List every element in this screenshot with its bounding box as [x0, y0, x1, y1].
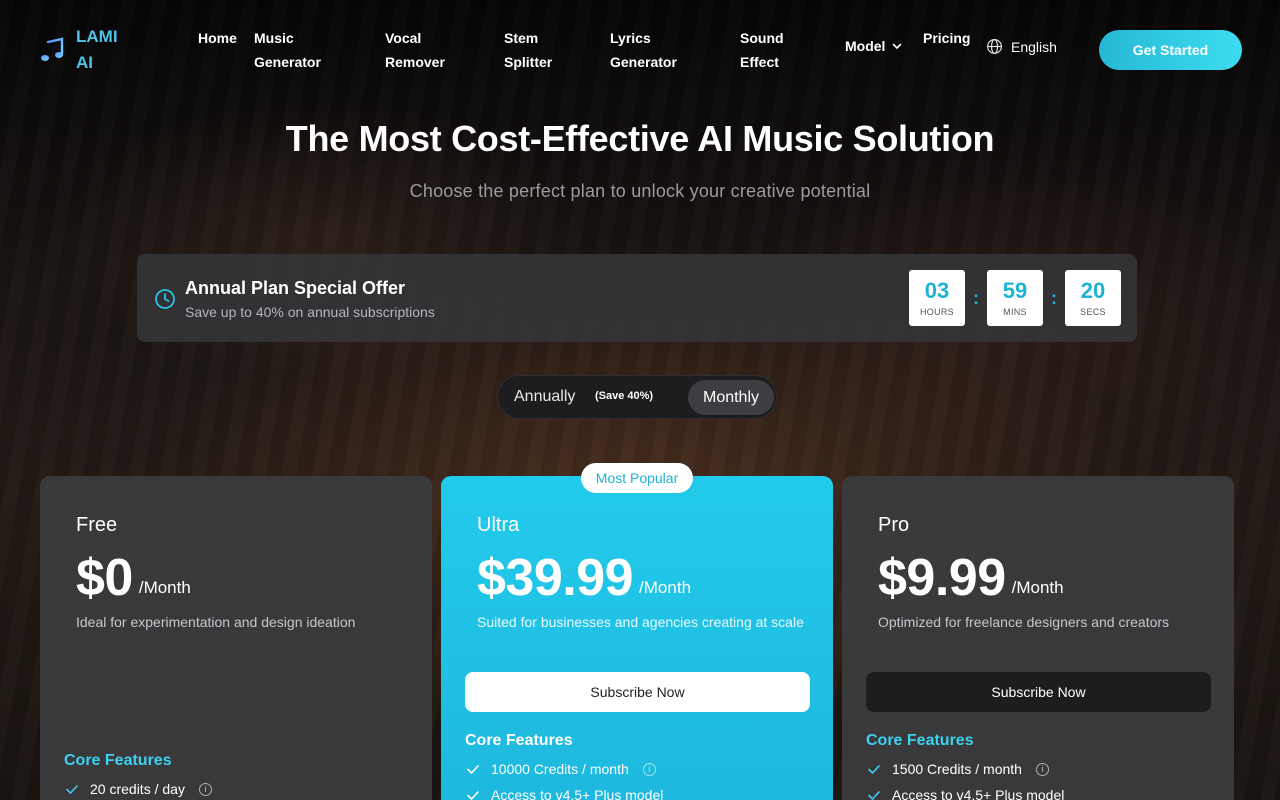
feature-text: Access to v4.5+ Plus model	[491, 787, 664, 800]
timer-secs: 20 SECS	[1065, 270, 1121, 326]
timer-secs-value: 20	[1080, 278, 1106, 303]
timer-hours: 03 HOURS	[909, 270, 965, 326]
feature-item: 20 credits / day i	[64, 781, 212, 797]
clock-icon	[155, 289, 175, 309]
feature-text: 20 credits / day	[90, 781, 185, 797]
feature-item: Access to v4.5+ Plus model	[866, 787, 1064, 800]
billing-period-toggle: Annually (Save 40%) Monthly	[497, 375, 777, 419]
check-icon	[868, 791, 880, 800]
plan-card-ultra: Ultra $39.99 /Month Suited for businesse…	[441, 476, 833, 800]
plan-name: Free	[76, 514, 118, 536]
page-title: The Most Cost-Effective AI Music Solutio…	[285, 118, 995, 159]
feature-text: 10000 Credits / month	[491, 761, 629, 777]
offer-subtitle: Save up to 40% on annual subscriptions	[185, 304, 435, 320]
most-popular-badge: Most Popular	[581, 463, 693, 493]
nav-lyrics-generator[interactable]: Lyrics Generator	[610, 26, 684, 74]
info-icon[interactable]: i	[198, 782, 212, 796]
plan-card-free: Free $0 /Month Ideal for experimentation…	[40, 476, 432, 800]
info-icon[interactable]: i	[1035, 762, 1049, 776]
plan-card-pro: Pro $9.99 /Month Optimized for freelance…	[842, 476, 1234, 800]
nav-model-dropdown[interactable]: Model	[845, 38, 903, 54]
save-badge: (Save 40%)	[595, 390, 654, 402]
globe-icon	[986, 38, 1003, 55]
plan-period: /Month	[138, 578, 191, 597]
annual-offer-banner: Annual Plan Special Offer Save up to 40%…	[137, 254, 1137, 342]
core-features-title: Core Features	[465, 732, 573, 749]
info-icon[interactable]: i	[642, 762, 656, 776]
get-started-button[interactable]: Get Started	[1099, 30, 1242, 70]
price-row: $39.99 /Month	[477, 548, 691, 608]
core-features-title: Core Features	[64, 752, 172, 769]
nav-sound-effect[interactable]: Sound Effect	[740, 26, 788, 74]
feature-item: Access to v4.5+ Plus model	[465, 787, 663, 800]
feature-item: 1500 Credits / month i	[866, 761, 1049, 777]
timer-hours-value: 03	[924, 278, 950, 303]
top-navigation: LAMI AI Home Music Generator Vocal Remov…	[0, 0, 1280, 100]
pricing-page: LAMI AI Home Music Generator Vocal Remov…	[0, 0, 1280, 800]
check-icon	[467, 791, 479, 800]
plan-description: Ideal for experimentation and design ide…	[76, 614, 356, 630]
language-selector[interactable]: English	[986, 38, 1057, 55]
subscribe-button[interactable]: Subscribe Now	[465, 672, 810, 712]
page-subtitle: Choose the perfect plan to unlock your c…	[409, 181, 871, 201]
feature-item: 10000 Credits / month i	[465, 761, 656, 777]
timer-separator: :	[1051, 287, 1057, 308]
timer-secs-label: SECS	[1080, 307, 1106, 317]
nav-model-label: Model	[845, 38, 886, 54]
plan-period: /Month	[639, 578, 692, 597]
timer-mins: 59 MINS	[987, 270, 1043, 326]
offer-title: Annual Plan Special Offer	[185, 278, 406, 298]
price-row: $0 /Month	[76, 548, 191, 608]
nav-home[interactable]: Home	[198, 26, 237, 50]
price-row: $9.99 /Month	[878, 548, 1064, 608]
nav-vocal-remover[interactable]: Vocal Remover	[385, 26, 449, 74]
feature-text: Access to v4.5+ Plus model	[892, 787, 1065, 800]
nav-music-generator[interactable]: Music Generator	[254, 26, 328, 74]
check-icon	[66, 785, 78, 795]
countdown-timer: 03 HOURS : 59 MINS : 20 SECS	[909, 270, 1121, 326]
brand-logo[interactable]: LAMI AI	[38, 24, 136, 76]
chevron-down-icon	[893, 43, 902, 50]
plan-description: Suited for businesses and agencies creat…	[477, 614, 804, 630]
plan-period: /Month	[1011, 578, 1064, 597]
brand-name: LAMI AI	[76, 24, 136, 76]
toggle-monthly[interactable]: Monthly	[688, 380, 774, 415]
plan-name: Ultra	[477, 514, 520, 536]
language-label: English	[1011, 38, 1057, 55]
plan-price: $39.99	[477, 549, 634, 607]
timer-separator: :	[973, 287, 979, 308]
timer-mins-label: MINS	[1003, 307, 1027, 317]
check-icon	[467, 765, 479, 775]
plan-price: $0	[76, 549, 133, 607]
feature-text: 1500 Credits / month	[892, 761, 1022, 777]
check-icon	[868, 765, 880, 775]
nav-pricing[interactable]: Pricing	[923, 26, 970, 50]
music-note-icon	[41, 37, 64, 61]
plan-name: Pro	[878, 514, 910, 536]
brand-name-line2: AI	[76, 53, 93, 72]
core-features-title: Core Features	[866, 732, 974, 749]
brand-name-line1: LAMI	[76, 27, 118, 46]
subscribe-button[interactable]: Subscribe Now	[866, 672, 1211, 712]
nav-stem-splitter[interactable]: Stem Splitter	[504, 26, 560, 74]
timer-mins-value: 59	[1002, 278, 1028, 303]
plan-description: Optimized for freelance designers and cr…	[878, 614, 1170, 630]
timer-hours-label: HOURS	[919, 307, 954, 317]
plan-price: $9.99	[878, 549, 1006, 607]
toggle-annually[interactable]: Annually	[514, 388, 575, 406]
